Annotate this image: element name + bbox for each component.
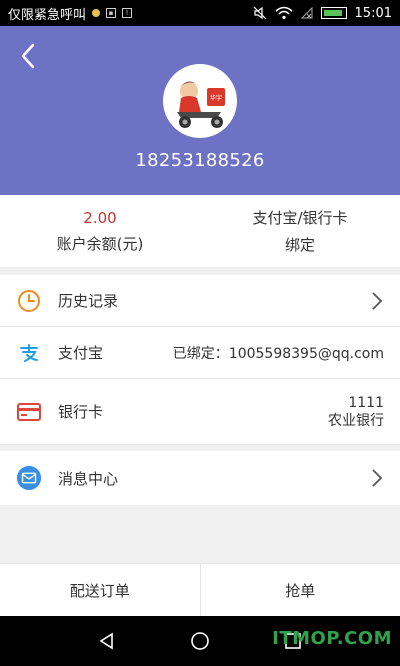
tab-grab-orders[interactable]: 抢单	[199, 564, 400, 616]
status-time: 15:01	[354, 5, 392, 21]
balance-panel: 2.00 账户余额(元) 支付宝/银行卡 绑定	[0, 195, 400, 267]
chevron-right-icon	[370, 291, 384, 310]
status-bar: 仅限紧急呼叫 ▪ ! 15:01	[0, 0, 400, 26]
back-arrow-icon	[21, 43, 35, 69]
tab-delivery-label: 配送订单	[69, 581, 130, 600]
bind-title: 支付宝/银行卡	[252, 209, 348, 227]
profile-header: 华宇 18253188526	[0, 26, 400, 195]
bank-card-row[interactable]: 银行卡 1111 农业银行	[0, 379, 400, 445]
history-row[interactable]: 历史记录	[0, 275, 400, 327]
message-list: 消息中心	[0, 451, 400, 505]
messages-row[interactable]: 消息中心	[0, 451, 400, 505]
envelope-icon	[16, 465, 42, 491]
tab-delivery-orders[interactable]: 配送订单	[0, 564, 200, 616]
bank-label: 银行卡	[58, 403, 104, 421]
signal-off-icon	[300, 7, 313, 19]
notification-dot-icon	[92, 9, 101, 17]
avatar-sign-text: 华宇	[210, 94, 222, 102]
bind-label: 绑定	[284, 236, 315, 254]
wifi-icon	[275, 6, 293, 20]
bank-info: 1111 农业银行	[328, 394, 384, 430]
phone-number: 18253188526	[135, 150, 265, 171]
alipay-row[interactable]: 支付宝 已绑定：1005598395@qq.com	[0, 327, 400, 379]
back-button[interactable]	[14, 40, 42, 72]
bank-number: 1111	[348, 394, 384, 411]
alipay-value: 已绑定：1005598395@qq.com	[172, 345, 384, 362]
alipay-icon	[16, 340, 42, 366]
messages-label: 消息中心	[58, 469, 119, 488]
avatar[interactable]: 华宇	[163, 64, 237, 138]
mute-icon	[253, 6, 266, 20]
nav-home-icon[interactable]	[190, 631, 210, 651]
balance-label: 账户余额(元)	[56, 234, 144, 253]
card-icon	[16, 399, 42, 425]
balance-amount: 2.00	[83, 208, 117, 227]
courier-avatar-icon: 华宇	[177, 81, 225, 128]
notification-sim-icon: !	[122, 8, 133, 18]
battery-icon	[320, 7, 347, 19]
alipay-label: 支付宝	[58, 344, 104, 362]
bank-name: 农业银行	[328, 412, 384, 429]
clock-icon	[16, 288, 42, 314]
bind-column[interactable]: 支付宝/银行卡 绑定	[200, 195, 400, 267]
notification-app-icon: ▪	[106, 8, 117, 18]
history-label: 历史记录	[58, 292, 119, 310]
chevron-right-icon	[370, 469, 384, 487]
content-spacer	[0, 505, 400, 563]
carrier-text: 仅限紧急呼叫	[8, 7, 87, 23]
watermark-logo: ITMOP.COM	[272, 628, 392, 649]
nav-back-icon[interactable]	[97, 631, 117, 651]
account-list: 历史记录 支付宝 已绑定：1005598395@qq.com 银行卡 1111 …	[0, 275, 400, 445]
tab-grab-label: 抢单	[285, 581, 316, 600]
balance-column[interactable]: 2.00 账户余额(元)	[0, 195, 200, 267]
bottom-tabs: 配送订单 抢单	[0, 563, 400, 616]
